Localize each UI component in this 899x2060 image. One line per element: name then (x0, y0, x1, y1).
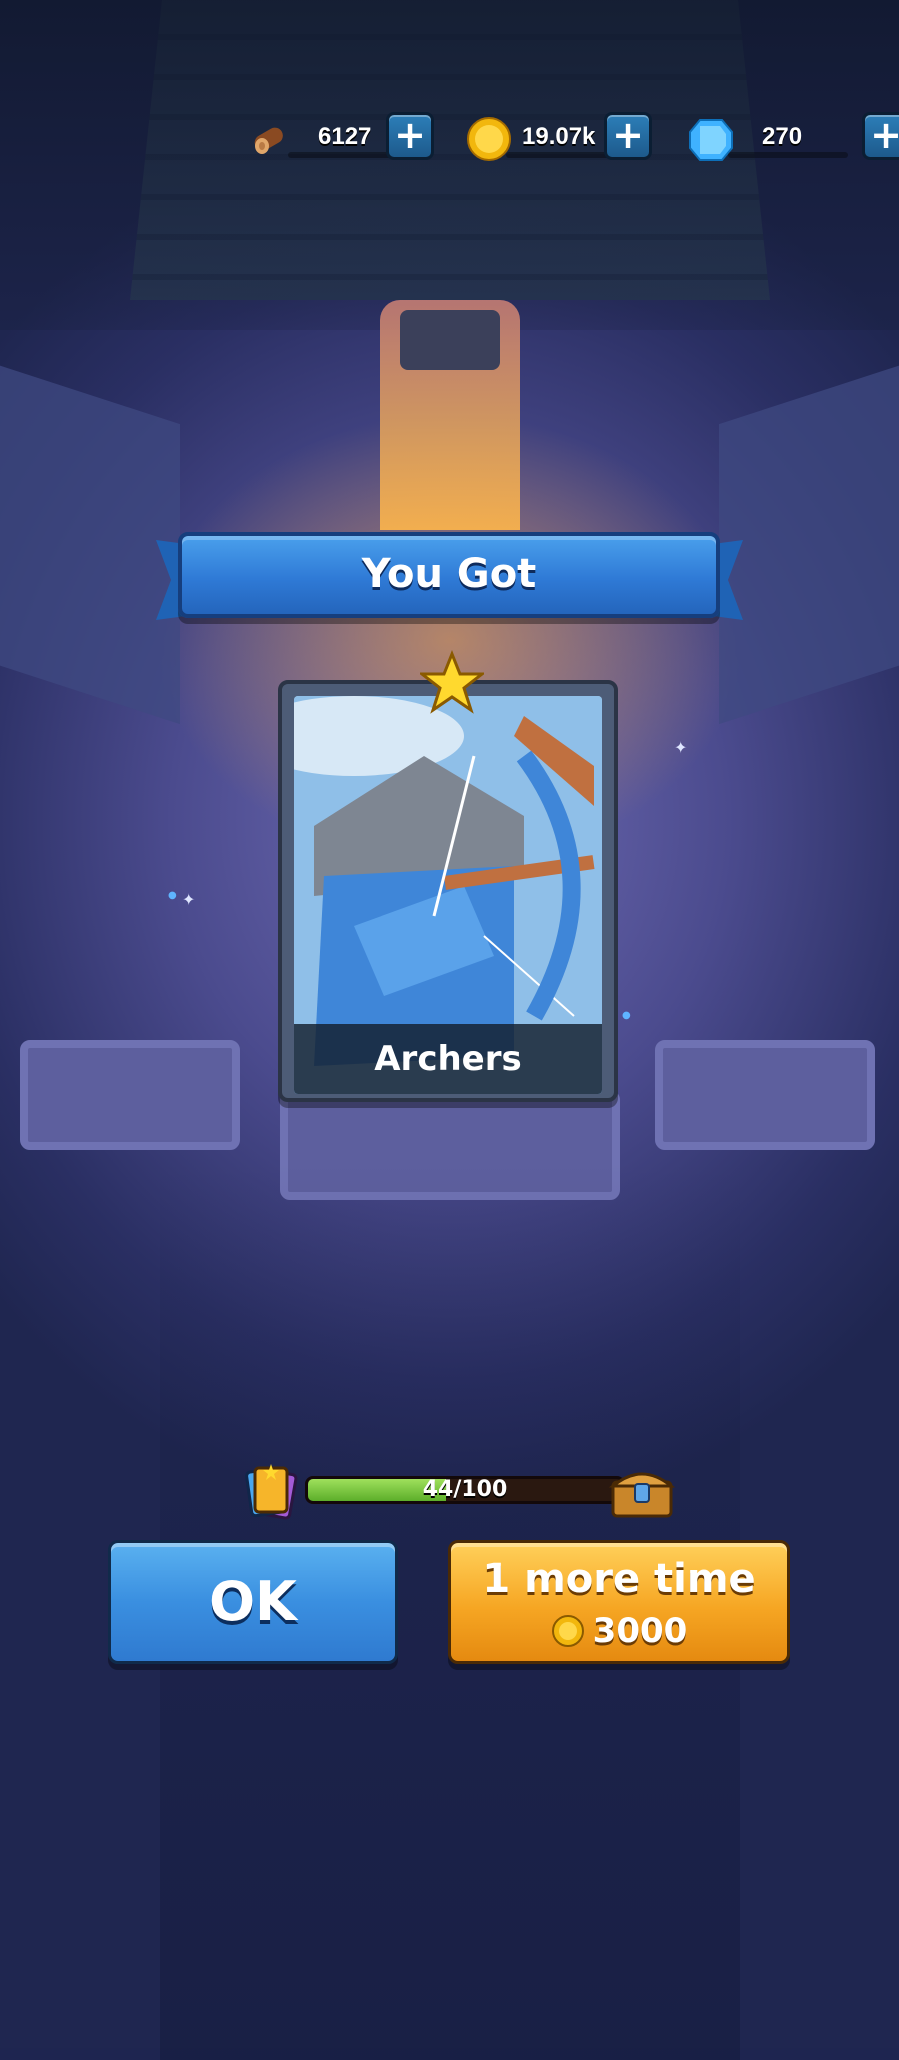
resource-gold: 19.07k + (466, 112, 656, 164)
pedestal-left (20, 1040, 240, 1150)
you-got-banner: You Got (178, 532, 720, 618)
gold-count: 19.07k (522, 123, 596, 150)
sparkle-icon: ✦ (674, 738, 688, 757)
one-more-time-cost: 3000 (451, 1611, 787, 1651)
archer-card-art: Archers (294, 696, 602, 1094)
gold-coin-icon (551, 1615, 584, 1647)
gem-count: 270 (762, 123, 803, 150)
background-shade (0, 0, 899, 330)
treasure-chest-icon (608, 1472, 676, 1518)
sparkle-icon: ● (622, 1010, 631, 1021)
sparkle-icon: ● (168, 890, 177, 901)
arena-wall-left (0, 355, 180, 725)
one-more-time-label: 1 more time (482, 1556, 756, 1602)
resource-gems: 270 + (688, 112, 899, 164)
reward-card[interactable]: Archers (278, 680, 618, 1102)
cost-value: 3000 (592, 1611, 688, 1651)
statue-helmet (400, 310, 500, 370)
add-wood-button[interactable]: + (386, 112, 434, 160)
ok-button[interactable]: OK (108, 1540, 398, 1664)
card-collection-progress: 44/100 (245, 1462, 676, 1522)
wood-count: 6127 (318, 123, 372, 150)
one-more-time-button[interactable]: 1 more time 3000 (448, 1540, 790, 1664)
star-icon (420, 650, 484, 714)
progress-text: 44/100 (422, 1477, 508, 1502)
add-gold-button[interactable]: + (604, 112, 652, 160)
resource-wood: 6127 + (248, 112, 438, 164)
add-gems-button[interactable]: + (862, 112, 899, 160)
progress-track: 44/100 (305, 1476, 625, 1504)
sparkle-icon: ✦ (182, 890, 196, 909)
resource-gems-track (728, 152, 848, 158)
arena-wall-right (719, 355, 899, 725)
card-name-label: Archers (294, 1024, 602, 1094)
pedestal-right (655, 1040, 875, 1150)
